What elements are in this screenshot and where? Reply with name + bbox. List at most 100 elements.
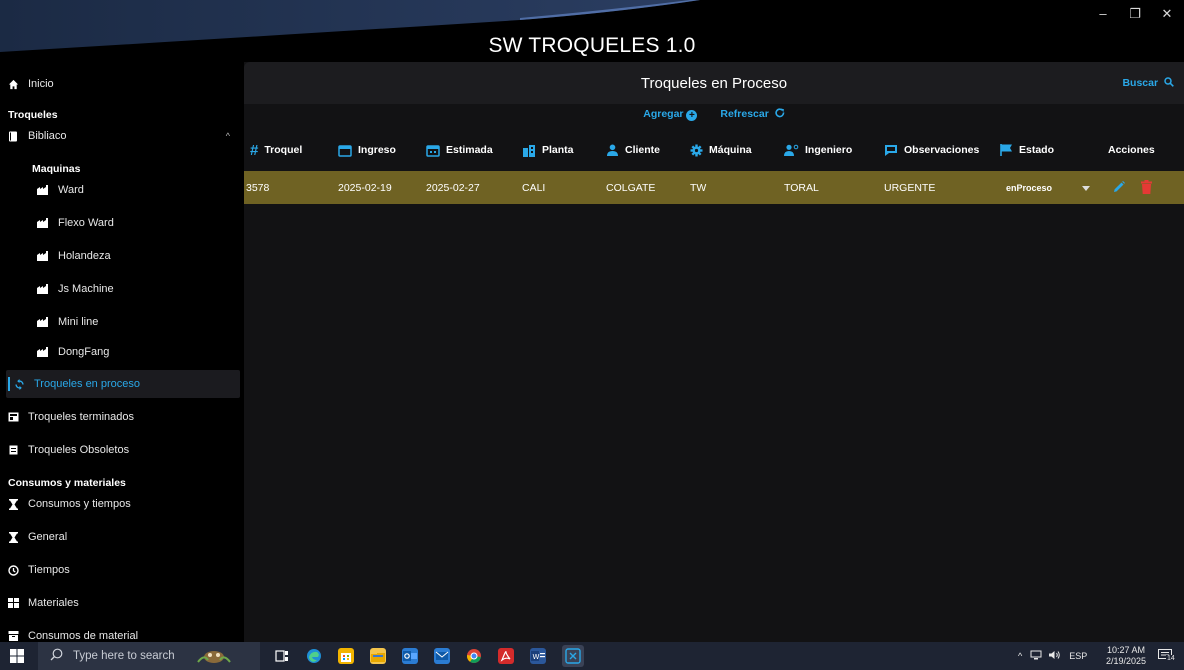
refresh-icon	[772, 108, 785, 120]
main-header: Troqueles en Proceso Buscar	[244, 62, 1184, 104]
column-header-observaciones[interactable]: Observaciones	[884, 136, 979, 164]
sidebar-item-ward[interactable]: Ward	[6, 176, 240, 204]
sidebar-item-bibliaco[interactable]: Bibliaco ^	[6, 122, 240, 150]
svg-text:W: W	[533, 653, 540, 661]
flag-icon	[1000, 144, 1013, 156]
widget-weather-icon[interactable]	[194, 648, 234, 664]
agregar-button[interactable]: Agregar +	[643, 108, 700, 121]
notification-icon: 14	[1158, 649, 1176, 663]
system-tray: ^ ESP	[1018, 642, 1087, 670]
column-header-estado[interactable]: Estado	[1000, 136, 1054, 164]
sidebar-item-js-machine[interactable]: Js Machine	[6, 275, 240, 303]
refrescar-button[interactable]: Refrescar	[720, 108, 785, 120]
sidebar-item-holandeza[interactable]: Holandeza	[6, 242, 240, 270]
search-placeholder: Type here to search	[73, 650, 175, 662]
edit-button[interactable]	[1112, 180, 1126, 199]
sidebar-item-consumos-de-material[interactable]: Consumos de material	[6, 622, 240, 642]
pencil-icon	[1112, 181, 1126, 198]
edge-icon[interactable]	[306, 648, 322, 664]
main-panel: Troqueles en Proceso Buscar Agregar + Re…	[244, 62, 1184, 642]
file-explorer-icon[interactable]	[370, 648, 386, 664]
word-icon[interactable]: W	[530, 648, 546, 664]
maximize-button[interactable]: ❐	[1126, 6, 1144, 22]
sidebar-item-flexo-ward[interactable]: Flexo Ward	[6, 209, 240, 237]
column-label: Estado	[1019, 144, 1055, 156]
chevron-up-icon[interactable]: ^	[1018, 651, 1022, 661]
chevron-up-icon[interactable]: ^	[226, 131, 230, 141]
sidebar-item-dongfang[interactable]: DongFang	[6, 338, 240, 366]
sync-icon	[12, 378, 26, 390]
factory-icon	[36, 185, 50, 195]
cell-maquina: TW	[690, 181, 707, 194]
cell-observaciones: URGENTE	[884, 181, 936, 194]
sidebar-section-troqueles: Troqueles	[8, 109, 58, 121]
column-header-estimada[interactable]: Estimada	[426, 136, 493, 164]
column-label: Máquina	[709, 144, 752, 156]
engineer-icon	[784, 144, 799, 156]
sidebar-item-label: DongFang	[58, 346, 110, 358]
sidebar-item-consumos-y-tiempos[interactable]: Consumos y tiempos	[6, 490, 240, 518]
taskbar: Type here to search W ^ ESP 10:27 AM 2/1…	[0, 642, 1184, 670]
person-icon	[606, 144, 619, 156]
task-view-icon[interactable]	[274, 648, 290, 664]
sidebar-item-general[interactable]: General	[6, 523, 240, 551]
language-indicator[interactable]: ESP	[1069, 651, 1087, 661]
chevron-down-icon[interactable]	[1082, 186, 1090, 191]
volume-icon[interactable]	[1048, 650, 1061, 662]
delete-button[interactable]	[1141, 180, 1152, 199]
column-header-maquina[interactable]: Máquina	[690, 136, 752, 164]
sidebar-item-inicio[interactable]: Inicio	[6, 70, 240, 98]
sidebar-item-materiales[interactable]: Materiales	[6, 589, 240, 617]
sidebar-heading-maquinas: Maquinas	[32, 163, 81, 175]
agregar-label: Agregar	[643, 108, 684, 120]
cell-ingeniero: TORAL	[784, 181, 819, 194]
sidebar-item-troqueles-en-proceso[interactable]: Troqueles en proceso	[6, 370, 240, 398]
column-header-troquel[interactable]: # Troquel	[250, 136, 302, 164]
search-icon	[50, 648, 73, 664]
sidebar-item-tiempos[interactable]: Tiempos	[6, 556, 240, 584]
outlook-icon[interactable]	[402, 648, 418, 664]
sidebar: Inicio Troqueles Bibliaco ^ Maquinas War…	[0, 66, 244, 642]
close-button[interactable]: ✕	[1158, 6, 1176, 22]
column-label: Observaciones	[904, 144, 980, 156]
app-running-icon[interactable]	[562, 645, 584, 667]
sidebar-item-label: Ward	[58, 184, 84, 196]
windows-icon	[10, 649, 24, 667]
sidebar-item-troqueles-terminados[interactable]: Troqueles terminados	[6, 403, 240, 431]
sidebar-item-mini-line[interactable]: Mini line	[6, 308, 240, 336]
start-button[interactable]	[10, 649, 24, 668]
column-header-ingreso[interactable]: Ingreso	[338, 136, 396, 164]
cell-ingreso: 2025-02-19	[338, 181, 392, 194]
network-icon[interactable]	[1030, 650, 1042, 662]
mail-icon[interactable]	[434, 648, 450, 664]
book-icon	[6, 131, 20, 142]
sidebar-item-label: Materiales	[28, 597, 79, 609]
column-label: Cliente	[625, 144, 661, 156]
table-row[interactable]: 3578 2025-02-19 2025-02-27 CALI COLGATE …	[244, 171, 1184, 204]
minimize-button[interactable]: –	[1094, 6, 1112, 21]
chrome-icon[interactable]	[466, 648, 482, 664]
column-header-cliente[interactable]: Cliente	[606, 136, 660, 164]
sidebar-item-label: Flexo Ward	[58, 217, 114, 229]
store-icon[interactable]	[338, 648, 354, 664]
hourglass-icon	[6, 498, 20, 510]
sidebar-item-troqueles-obsoletos[interactable]: Troqueles Obsoletos	[6, 436, 240, 464]
table-header: # Troquel Ingreso Estimada Planta Client…	[244, 136, 1184, 164]
active-indicator	[8, 377, 10, 391]
sidebar-item-label: Troqueles terminados	[28, 411, 134, 423]
building-icon	[522, 144, 536, 157]
sidebar-item-label: Tiempos	[28, 564, 70, 576]
estado-select[interactable]: enProceso	[1006, 171, 1052, 204]
column-header-planta[interactable]: Planta	[522, 136, 574, 164]
factory-icon	[36, 347, 50, 357]
sidebar-item-label: General	[28, 531, 68, 543]
sidebar-item-label: Holandeza	[58, 250, 111, 262]
taskbar-clock[interactable]: 10:27 AM 2/19/2025	[1106, 645, 1146, 667]
grid-icon	[6, 598, 20, 608]
buscar-button[interactable]: Buscar	[1122, 77, 1174, 89]
notification-button[interactable]: 14	[1158, 642, 1176, 670]
archive-box-icon	[6, 412, 20, 422]
cell-cliente: COLGATE	[606, 181, 656, 194]
column-header-ingeniero[interactable]: Ingeniero	[784, 136, 852, 164]
acrobat-icon[interactable]	[498, 648, 514, 664]
